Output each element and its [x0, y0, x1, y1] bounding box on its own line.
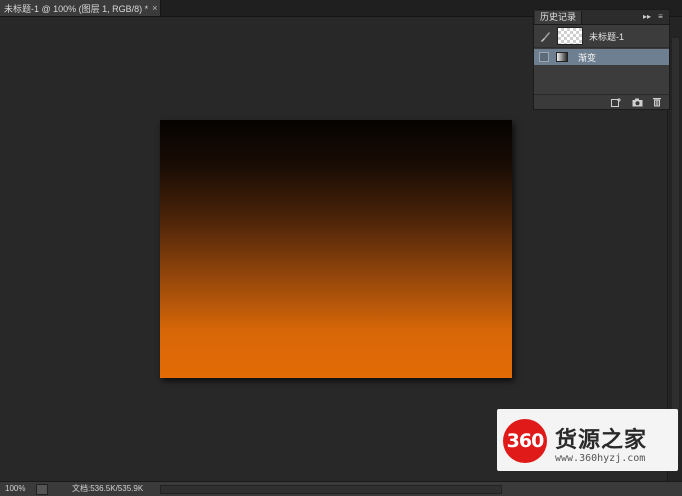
- panel-header: 历史记录 ▸▸ ≡: [534, 10, 669, 25]
- snapshot-label: 未标题-1: [589, 31, 625, 42]
- trash-icon[interactable]: [651, 97, 663, 107]
- status-bar: 100% 文档:536.5K/535.9K: [0, 481, 682, 496]
- watermark-url: www.360hyzj.com: [555, 453, 646, 464]
- snapshot-thumbnail: [557, 27, 583, 45]
- photoshop-window: 未标题-1 @ 100% (图层 1, RGB/8) * × 历史记录 ▸▸ ≡…: [0, 0, 682, 496]
- gradient-tool-icon: [556, 52, 568, 62]
- tab-history[interactable]: 历史记录: [535, 11, 583, 24]
- history-brush-source-checkbox[interactable]: [539, 52, 549, 62]
- watermark-title: 货源之家: [555, 428, 648, 453]
- watermark: 360 货源之家 www.360hyzj.com: [497, 409, 678, 471]
- zoom-level-field[interactable]: 100%: [5, 482, 25, 496]
- document-size-info[interactable]: 文档:536.5K/535.9K: [72, 482, 143, 496]
- document-tab[interactable]: 未标题-1 @ 100% (图层 1, RGB/8) * ×: [0, 0, 161, 16]
- status-export-icon[interactable]: [36, 484, 48, 495]
- history-item-gradient[interactable]: 渐变: [534, 49, 669, 65]
- horizontal-scrollbar[interactable]: [160, 485, 502, 494]
- history-snapshot-row[interactable]: 未标题-1: [534, 25, 669, 48]
- history-item-label: 渐变: [578, 52, 597, 63]
- scrollbar-thumb[interactable]: [671, 37, 680, 459]
- camera-icon[interactable]: [631, 97, 643, 107]
- history-panel: 历史记录 ▸▸ ≡ 未标题-1 渐变: [533, 9, 670, 110]
- collapse-panel-icon[interactable]: ▸▸: [643, 11, 651, 23]
- canvas-gradient[interactable]: [160, 120, 512, 378]
- document-tab-title: 未标题-1 @ 100% (图层 1, RGB/8) *: [4, 3, 149, 14]
- history-panel-footer: [534, 94, 669, 109]
- panel-menu-icon[interactable]: ≡: [655, 12, 666, 21]
- new-document-from-state-icon[interactable]: [610, 97, 622, 107]
- close-tab-icon[interactable]: ×: [152, 3, 157, 13]
- history-brush-icon[interactable]: [537, 28, 553, 44]
- watermark-logo: 360: [503, 419, 547, 463]
